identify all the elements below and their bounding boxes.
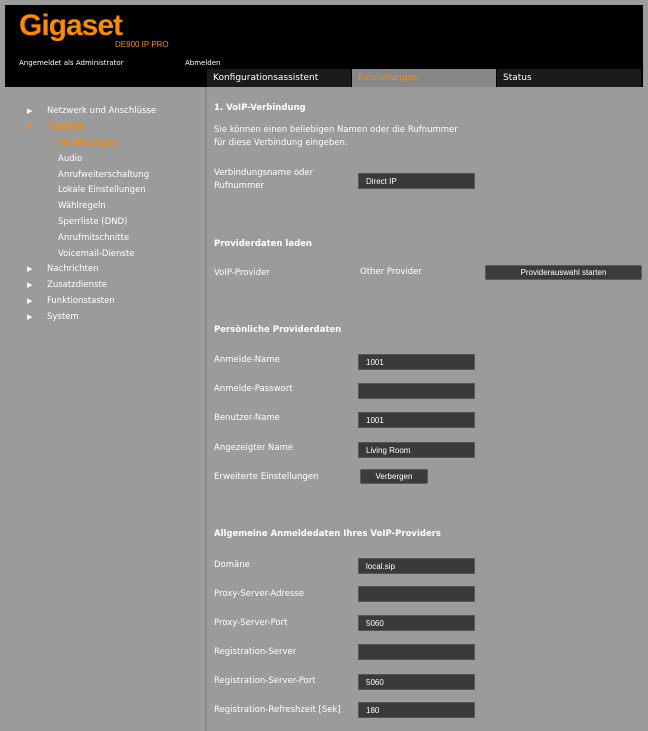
section-title-providerdaten: Providerdaten laden: [214, 239, 312, 249]
arrow-right-icon: ▶: [27, 107, 33, 115]
section-title-allgemeine-daten: Allgemeine Anmeldedaten Ihres VoIP-Provi…: [214, 529, 441, 539]
display-name-input[interactable]: [358, 442, 475, 458]
domain-label: Domäne: [214, 560, 250, 570]
arrow-right-icon: ▶: [27, 281, 33, 289]
domain-input[interactable]: [358, 558, 475, 574]
registration-server-label: Registration-Server: [214, 647, 297, 657]
tab-bar: Konfigurationsassistent Einstellungen St…: [5, 67, 643, 87]
header: Gigaset DE900 IP PRO Angemeldet als Admi…: [5, 5, 643, 67]
arrow-right-icon: ▶: [27, 265, 33, 273]
registration-server-input[interactable]: [358, 644, 475, 660]
main-content: 1. VoIP-Verbindung Sie können einen beli…: [207, 87, 643, 731]
section-title-persoenliche-daten: Persönliche Providerdaten: [214, 325, 342, 335]
sidebar-subitem-verbindungen[interactable]: Verbindungen: [58, 136, 117, 150]
tab-einstellungen[interactable]: Einstellungen: [352, 69, 496, 87]
arrow-down-icon: ▼: [27, 123, 33, 131]
login-name-label: Anmelde-Name: [214, 355, 280, 365]
provider-select-button[interactable]: Providerauswahl starten: [485, 265, 642, 280]
gigaset-logo: Gigaset: [19, 9, 123, 42]
user-name-label: Benutzer-Name: [214, 413, 280, 423]
advanced-settings-label: Erweiterte Einstellungen: [214, 472, 319, 482]
connection-name-label-line2: Rufnummer: [214, 181, 264, 191]
registration-port-label: Registration-Server-Port: [214, 676, 316, 686]
hide-advanced-button[interactable]: Verbergen: [360, 469, 428, 484]
device-model: DE900 IP PRO: [115, 40, 169, 49]
voip-provider-label: VoIP-Provider: [214, 268, 270, 278]
sidebar: ▶ Netzwerk und Anschlüsse ▼ Telefonie Ve…: [5, 87, 205, 731]
login-name-input[interactable]: [358, 354, 475, 370]
voip-description-line1: Sie können einen beliebigen Namen oder d…: [214, 125, 458, 135]
registration-port-input[interactable]: [358, 674, 475, 690]
display-name-label: Angezeigter Name: [214, 443, 294, 453]
sidebar-subitem-anrufmitschnitte[interactable]: Anrufmitschnitte: [58, 231, 129, 245]
registration-refresh-input[interactable]: [358, 702, 475, 718]
sidebar-subitem-waehlregeln[interactable]: Wählregeln: [58, 199, 106, 213]
section-title-voip-verbindung: 1. VoIP-Verbindung: [214, 103, 306, 113]
registration-refresh-label: Registration-Refreshzeit [Sek]: [214, 705, 341, 715]
sidebar-subitem-sperrliste[interactable]: Sperrliste (DND): [58, 215, 127, 229]
arrow-right-icon: ▶: [27, 297, 33, 305]
voip-provider-value: Other Provider: [360, 267, 422, 277]
proxy-port-input[interactable]: [358, 615, 475, 631]
login-password-input[interactable]: [358, 383, 475, 399]
tab-status[interactable]: Status: [497, 69, 641, 87]
proxy-address-label: Proxy-Server-Adresse: [214, 589, 305, 599]
proxy-port-label: Proxy-Server-Port: [214, 618, 288, 628]
arrow-right-icon: ▶: [27, 313, 33, 321]
sidebar-subitem-audio[interactable]: Audio: [58, 152, 82, 166]
sidebar-subitem-anrufweiterschaltung[interactable]: Anrufweiterschaltung: [58, 168, 149, 182]
connection-name-input[interactable]: [358, 173, 475, 189]
login-info: Angemeldet als Administrator: [19, 59, 124, 67]
voip-description-line2: für diese Verbindung eingeben.: [214, 138, 348, 148]
sidebar-subitem-voicemail[interactable]: Voicemail-Dienste: [58, 247, 134, 261]
connection-name-label-line1: Verbindungsname oder: [214, 168, 314, 178]
login-password-label: Anmelde-Passwort: [214, 384, 293, 394]
proxy-address-input[interactable]: [358, 586, 475, 602]
tab-konfigurationsassistent[interactable]: Konfigurationsassistent: [207, 69, 351, 87]
user-name-input[interactable]: [358, 412, 475, 428]
logout-link[interactable]: Abmelden: [185, 59, 221, 67]
sidebar-subitem-lokale-einstellungen[interactable]: Lokale Einstellungen: [58, 183, 146, 197]
